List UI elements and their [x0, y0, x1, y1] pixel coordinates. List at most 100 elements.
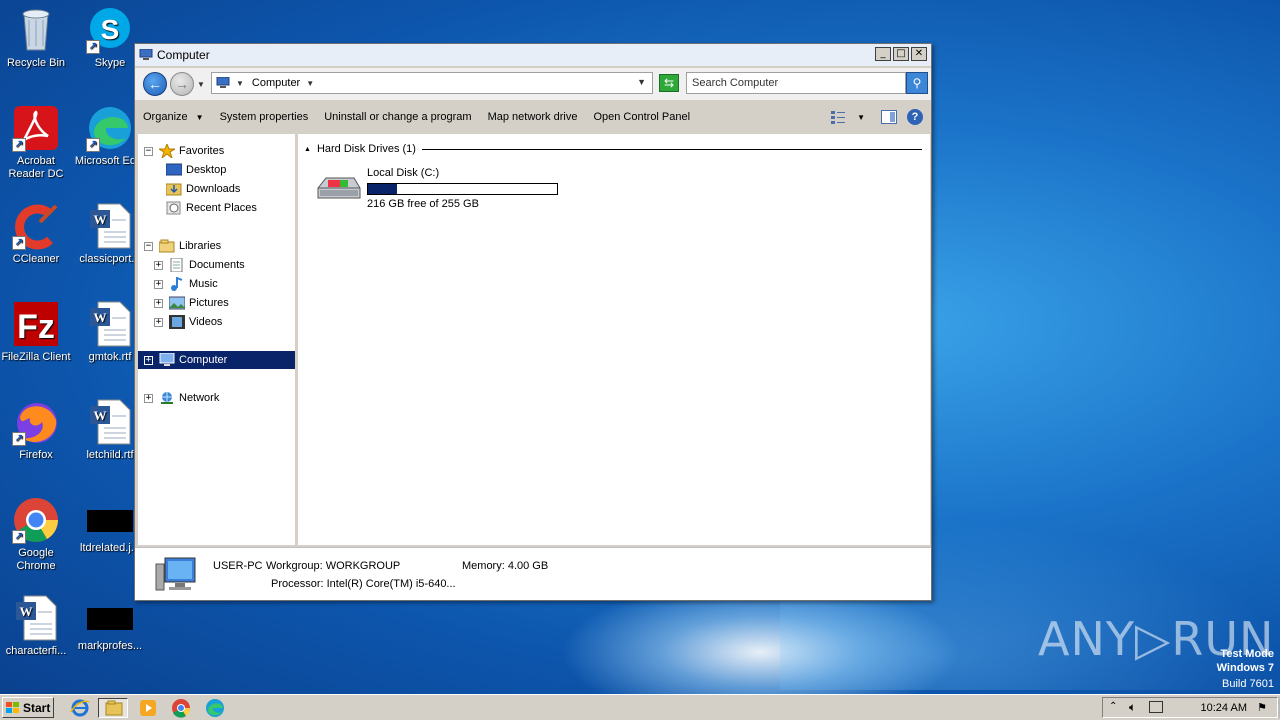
address-dropdown-icon[interactable]: ▼ — [637, 77, 646, 87]
network-tray-icon[interactable] — [1149, 701, 1163, 713]
processor-text: Processor: Intel(R) Core(TM) i5-640... — [271, 578, 456, 590]
collapse-icon[interactable]: − — [144, 241, 153, 251]
edge-taskbar-icon[interactable] — [205, 698, 225, 718]
expand-icon[interactable]: + — [154, 279, 163, 289]
refresh-button[interactable]: ⇆ — [659, 74, 679, 92]
volume-icon[interactable]: 🔈︎ — [1129, 700, 1136, 715]
clock[interactable]: 10:24 AM — [1201, 702, 1247, 714]
uninstall-program-button[interactable]: Uninstall or change a program — [316, 111, 479, 123]
downloads-folder-icon — [165, 182, 182, 196]
open-control-panel-button[interactable]: Open Control Panel — [585, 111, 698, 123]
title-bar[interactable]: Computer _ □ ✕ — [135, 44, 931, 66]
start-button[interactable]: Start — [2, 697, 54, 718]
search-button[interactable]: ⚲ — [906, 72, 928, 94]
desktop-icon-filezilla[interactable]: Fz FileZilla Client — [0, 300, 72, 364]
system-properties-button[interactable]: System properties — [212, 111, 317, 123]
workgroup-text: Workgroup: WORKGROUP — [266, 560, 401, 572]
expand-icon[interactable]: + — [144, 355, 153, 365]
drive-free-space: 216 GB free of 255 GB — [367, 198, 479, 210]
view-options-dropdown-icon[interactable]: ▼ — [857, 113, 865, 122]
taskbar: Start ⌃ 🔈︎ 10:24 AM ⚑ — [0, 694, 1280, 720]
map-network-drive-button[interactable]: Map network drive — [480, 111, 586, 123]
music-icon — [169, 276, 185, 291]
explorer-window: Computer _ □ ✕ ← → ▼ ▼ Computer ▼ ▼ ⇆ Se… — [134, 43, 932, 601]
svg-text:S: S — [101, 14, 120, 45]
change-view-icon[interactable] — [831, 110, 847, 124]
test-mode-line: Test Mode — [1220, 648, 1274, 660]
computer-icon — [159, 352, 175, 367]
nav-network[interactable]: + Network — [144, 389, 219, 407]
nav-documents[interactable]: + Documents — [154, 256, 245, 274]
hard-disk-section-header[interactable]: ▲ Hard Disk Drives (1) — [304, 142, 922, 156]
chrome-taskbar-icon[interactable] — [171, 698, 191, 718]
nav-libraries[interactable]: − Libraries — [144, 237, 221, 255]
help-icon[interactable]: ? — [907, 109, 923, 125]
preview-pane-icon[interactable] — [881, 110, 897, 124]
star-icon — [157, 142, 177, 160]
back-button[interactable]: ← — [143, 72, 167, 96]
media-player-icon[interactable] — [138, 698, 158, 718]
maximize-button[interactable]: □ — [893, 47, 909, 61]
chevron-down-icon: ▼ — [195, 113, 204, 122]
hard-drive-icon — [314, 174, 362, 204]
file-explorer-taskbar-icon[interactable] — [98, 698, 128, 718]
desktop-icon-chrome[interactable]: ↗ Google Chrome — [0, 496, 72, 573]
expand-icon[interactable]: + — [144, 393, 153, 403]
word-document-icon: W — [86, 398, 134, 446]
breadcrumb-separator-icon[interactable]: ▼ — [236, 79, 244, 88]
nav-pictures[interactable]: + Pictures — [154, 294, 229, 312]
drive-name: Local Disk (C:) — [367, 167, 440, 179]
nav-music[interactable]: + Music — [154, 275, 218, 293]
word-document-icon: W — [12, 594, 60, 642]
svg-text:W: W — [94, 408, 107, 423]
nav-computer[interactable]: + Computer — [138, 351, 295, 369]
breadcrumb-chevron-icon[interactable]: ▼ — [306, 79, 314, 88]
desktop-icon-markprofes[interactable]: markprofes... — [74, 594, 146, 653]
command-bar: Organize ▼ System properties Uninstall or… — [135, 102, 931, 132]
minimize-button[interactable]: _ — [875, 47, 891, 61]
collapse-triangle-icon: ▲ — [304, 145, 311, 153]
filezilla-icon: Fz — [12, 300, 60, 348]
recent-places-icon — [166, 201, 182, 215]
show-hidden-icons-icon[interactable]: ⌃ — [1109, 701, 1117, 712]
desktop-icon-firefox[interactable]: ↗ Firefox — [0, 398, 72, 462]
breadcrumb-computer[interactable]: Computer — [252, 77, 300, 89]
forward-button[interactable]: → — [170, 72, 194, 96]
drive-usage-fill — [368, 184, 397, 194]
pictures-icon — [168, 296, 186, 310]
internet-explorer-icon[interactable] — [70, 698, 90, 718]
expand-icon[interactable]: + — [154, 260, 163, 270]
section-divider — [421, 148, 922, 150]
drive-usage-bar — [367, 183, 558, 195]
windows-version-line: Windows 7 — [1216, 662, 1274, 674]
svg-text:W: W — [20, 604, 33, 619]
nav-recent-places[interactable]: Recent Places — [166, 199, 257, 217]
desktop-icon-ccleaner[interactable]: ↗ CCleaner — [0, 202, 72, 266]
expand-icon[interactable]: + — [154, 317, 163, 327]
desktop-icon-acrobat[interactable]: ↗ Acrobat Reader DC — [0, 104, 72, 181]
nav-downloads[interactable]: Downloads — [165, 180, 240, 198]
desktop-icon — [165, 163, 183, 177]
search-input[interactable]: Search Computer — [686, 72, 906, 94]
nav-videos[interactable]: + Videos — [154, 313, 222, 331]
shortcut-arrow-icon: ↗ — [12, 138, 26, 152]
content-pane: ▲ Hard Disk Drives (1) Local Disk (C:) 2… — [298, 134, 930, 545]
address-bar[interactable]: ▼ Computer ▼ ▼ — [211, 72, 653, 94]
skype-icon: S ↗ — [86, 6, 134, 54]
address-row: ← → ▼ ▼ Computer ▼ ▼ ⇆ Search Computer ⚲ — [135, 68, 931, 100]
build-line: Build 7601 — [1222, 678, 1274, 690]
nav-desktop[interactable]: Desktop — [165, 161, 226, 179]
close-button[interactable]: ✕ — [911, 47, 927, 61]
history-dropdown-icon[interactable]: ▼ — [197, 80, 205, 89]
nav-favorites[interactable]: − Favorites — [144, 142, 224, 160]
image-thumbnail — [87, 510, 133, 532]
drive-item[interactable]: Local Disk (C:) 216 GB free of 255 GB — [314, 166, 574, 210]
computer-name: USER-PC — [213, 560, 263, 572]
desktop-icon-recycle-bin[interactable]: Recycle Bin — [0, 6, 72, 70]
collapse-icon[interactable]: − — [144, 146, 153, 156]
computer-icon — [139, 48, 153, 61]
organize-button[interactable]: Organize ▼ — [135, 111, 212, 123]
action-center-flag-icon[interactable]: ⚑ — [1257, 701, 1267, 714]
desktop-icon-characterfi[interactable]: W characterfi... — [0, 594, 72, 658]
expand-icon[interactable]: + — [154, 298, 163, 308]
